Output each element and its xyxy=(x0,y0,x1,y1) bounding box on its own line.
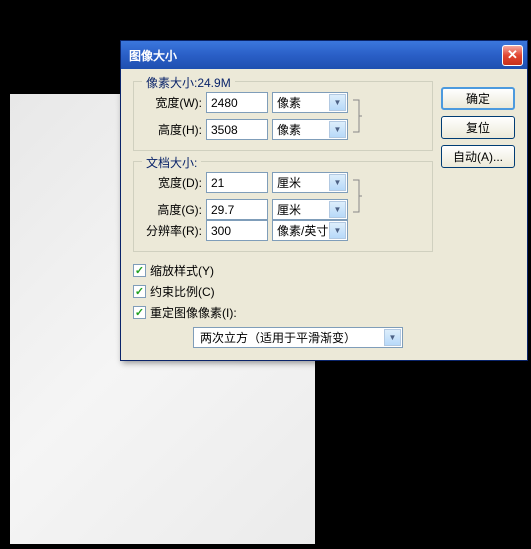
close-icon: ✕ xyxy=(507,47,518,63)
document-size-legend: 文档大小: xyxy=(142,154,201,171)
pixel-width-row: 宽度(W): 像素 ▼ xyxy=(142,92,348,113)
chevron-down-icon: ▼ xyxy=(329,94,346,111)
resample-label: 重定图像像素(I): xyxy=(150,304,237,321)
doc-height-label: 高度(G): xyxy=(142,201,202,218)
dialog-title: 图像大小 xyxy=(125,47,502,64)
pixel-dimensions-fieldset: 像素大小:24.9M 宽度(W): 像素 ▼ 高度(H): xyxy=(133,81,433,151)
pixel-height-input[interactable] xyxy=(206,119,268,140)
resample-method-select[interactable]: 两次立方（适用于平滑渐变） ▼ xyxy=(193,327,403,348)
doc-width-unit-select[interactable]: 厘米 ▼ xyxy=(272,172,348,193)
chevron-down-icon: ▼ xyxy=(329,174,346,191)
doc-height-unit-value: 厘米 xyxy=(277,201,301,218)
doc-width-unit-value: 厘米 xyxy=(277,174,301,191)
resample-checkbox[interactable]: ✓ xyxy=(133,306,146,319)
pixel-dimensions-legend: 像素大小:24.9M xyxy=(142,74,235,91)
resample-method-value: 两次立方（适用于平滑渐变） xyxy=(200,329,356,346)
left-column: 像素大小:24.9M 宽度(W): 像素 ▼ 高度(H): xyxy=(133,81,433,348)
pixel-height-unit-value: 像素 xyxy=(277,121,301,138)
dialog-content: 像素大小:24.9M 宽度(W): 像素 ▼ 高度(H): xyxy=(121,69,527,360)
doc-width-input[interactable] xyxy=(206,172,268,193)
chevron-down-icon: ▼ xyxy=(384,329,401,346)
pixel-width-unit-value: 像素 xyxy=(277,94,301,111)
chevron-down-icon: ▼ xyxy=(329,222,346,239)
doc-height-input[interactable] xyxy=(206,199,268,220)
link-icon xyxy=(348,93,366,139)
pixel-width-unit-select[interactable]: 像素 ▼ xyxy=(272,92,348,113)
constrain-checkbox[interactable]: ✓ xyxy=(133,285,146,298)
titlebar[interactable]: 图像大小 ✕ xyxy=(121,41,527,69)
pixel-height-unit-select[interactable]: 像素 ▼ xyxy=(272,119,348,140)
resolution-input[interactable] xyxy=(206,220,268,241)
resolution-unit-value: 像素/英寸 xyxy=(277,222,328,239)
ok-button[interactable]: 确定 xyxy=(441,87,515,110)
resolution-label: 分辨率(R): xyxy=(142,222,202,239)
scale-styles-row: ✓ 缩放样式(Y) xyxy=(133,262,433,279)
right-column: 确定 复位 自动(A)... xyxy=(441,81,515,348)
doc-height-unit-select[interactable]: 厘米 ▼ xyxy=(272,199,348,220)
pixel-height-row: 高度(H): 像素 ▼ xyxy=(142,119,348,140)
chevron-down-icon: ▼ xyxy=(329,201,346,218)
auto-button[interactable]: 自动(A)... xyxy=(441,145,515,168)
constrain-label: 约束比例(C) xyxy=(150,283,215,300)
pixel-width-input[interactable] xyxy=(206,92,268,113)
pixel-height-label: 高度(H): xyxy=(142,121,202,138)
resample-method-row: 两次立方（适用于平滑渐变） ▼ xyxy=(133,327,433,348)
pixel-width-label: 宽度(W): xyxy=(142,94,202,111)
scale-styles-checkbox[interactable]: ✓ xyxy=(133,264,146,277)
close-button[interactable]: ✕ xyxy=(502,45,523,66)
constrain-row: ✓ 约束比例(C) xyxy=(133,283,433,300)
image-size-dialog: 图像大小 ✕ 像素大小:24.9M 宽度(W): 像素 ▼ xyxy=(120,40,528,361)
chevron-down-icon: ▼ xyxy=(329,121,346,138)
resample-row: ✓ 重定图像像素(I): xyxy=(133,304,433,321)
document-size-fieldset: 文档大小: 宽度(D): 厘米 ▼ 高度(G): xyxy=(133,161,433,252)
doc-width-label: 宽度(D): xyxy=(142,174,202,191)
doc-height-row: 高度(G): 厘米 ▼ xyxy=(142,199,348,220)
link-icon xyxy=(348,173,366,219)
doc-width-row: 宽度(D): 厘米 ▼ xyxy=(142,172,348,193)
resolution-unit-select[interactable]: 像素/英寸 ▼ xyxy=(272,220,348,241)
scale-styles-label: 缩放样式(Y) xyxy=(150,262,214,279)
reset-button[interactable]: 复位 xyxy=(441,116,515,139)
resolution-row: 分辨率(R): 像素/英寸 ▼ xyxy=(142,220,424,241)
